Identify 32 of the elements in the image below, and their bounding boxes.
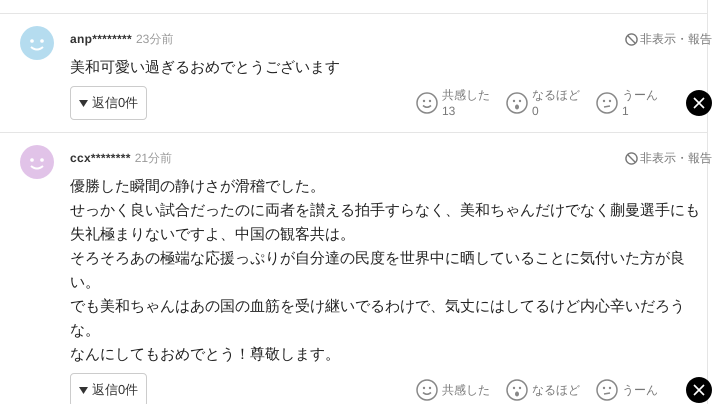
hide-report-link[interactable]: 非表示・報告	[625, 30, 712, 48]
smile-face-icon	[416, 92, 438, 114]
replies-button[interactable]: 返信0件	[70, 373, 148, 404]
username[interactable]: ccx********	[70, 149, 131, 167]
surprised-face-icon	[506, 92, 528, 114]
avatar-icon	[20, 26, 54, 60]
comment-text: 優勝した瞬間の静けさが滑稽でした。 せっかく良い試合だったのに両者を讃える拍手すらなく、美和ちゃんだけでなく蒯曼選手にも失礼極まりないですよ、中国の観客共は。 そろそろあの極端な応援っぷりが自分達の民度を世界中に晒していることに気付いた方が良い。 でも美和ちゃんはあの国の血筋を受け継いでるわけで、気丈にはしてるけど内心辛いだろうな。 なんにしてもおめでとう！尊敬します。	[70, 177, 701, 365]
x-share-button[interactable]	[686, 90, 712, 116]
hide-report-link[interactable]: 非表示・報告	[625, 149, 712, 167]
caret-icon	[79, 386, 88, 394]
reaction-button[interactable]: うーん 1	[596, 87, 672, 119]
smile-face-icon	[416, 379, 438, 401]
timestamp: 23分前	[136, 31, 174, 48]
replies-button[interactable]: 返信0件	[70, 86, 148, 120]
x-share-button[interactable]	[686, 377, 712, 403]
reaction-button[interactable]: なるほど	[506, 379, 582, 401]
ban-icon	[625, 32, 638, 46]
reaction-button[interactable]: なるほど 0	[506, 87, 582, 119]
ban-icon	[625, 152, 638, 164]
reaction-button[interactable]: 共感した	[416, 379, 492, 401]
x-logo-icon	[693, 97, 705, 109]
surprised-face-icon	[506, 379, 528, 401]
timestamp: 21分前	[134, 150, 172, 167]
caret-icon	[79, 100, 88, 106]
x-logo-icon	[693, 384, 705, 396]
frown-face-icon	[596, 92, 618, 114]
avatar-icon	[20, 145, 54, 179]
reaction-button[interactable]: うーん	[596, 379, 672, 401]
comment-text: 美和可愛い過ぎるおめでとうございます	[70, 58, 341, 78]
reaction-button[interactable]: 共感した 13	[416, 87, 492, 119]
frown-face-icon	[596, 379, 618, 401]
username[interactable]: anp********	[70, 30, 132, 48]
